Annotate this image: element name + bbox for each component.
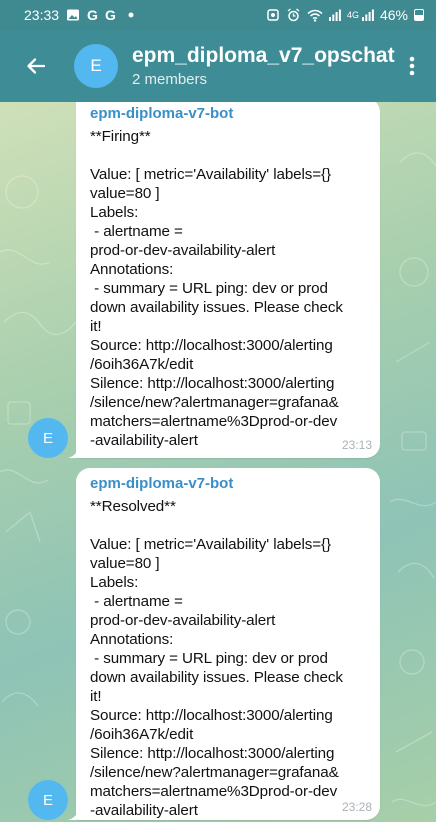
message-time: 23:13 xyxy=(341,438,372,452)
alarm-clock-icon xyxy=(287,8,300,22)
alarm-icon xyxy=(267,9,279,21)
sender-name[interactable]: epm-diploma-v7-bot xyxy=(90,104,370,124)
message-text[interactable]: **Firing** Value: [ metric='Availability… xyxy=(90,127,370,450)
status-right: 4G 46% xyxy=(266,7,424,23)
sender-avatar[interactable]: E xyxy=(28,418,68,458)
chat-member-count: 2 members xyxy=(132,70,208,88)
status-time: 23:33 xyxy=(24,7,60,23)
arrow-left-icon xyxy=(27,58,46,74)
chat-avatar-letter: E xyxy=(90,56,102,75)
sender-name[interactable]: epm-diploma-v7-bot xyxy=(90,474,370,494)
google-icon: G xyxy=(87,7,98,23)
status-left: 23:33 G G xyxy=(24,7,135,23)
signal-icon xyxy=(361,9,374,21)
image-icon xyxy=(67,9,80,21)
chat-title: epm_diploma_v7_opschat xyxy=(132,44,395,68)
dot-icon xyxy=(128,12,134,18)
more-options-button[interactable] xyxy=(400,48,424,84)
wifi-icon xyxy=(307,9,323,22)
message-bubble-resolved[interactable]: E epm-diploma-v7-bot **Resolved** Value:… xyxy=(28,464,436,820)
network-type-label: 4G xyxy=(346,9,359,20)
sender-avatar-letter: E xyxy=(42,791,53,809)
battery-icon xyxy=(414,9,424,21)
sender-avatar-letter: E xyxy=(42,429,53,447)
chat-messages[interactable]: E epm-diploma-v7-bot **Firing** Value: [… xyxy=(0,102,436,822)
chat-avatar[interactable]: E xyxy=(74,44,118,88)
message-time: 23:28 xyxy=(341,800,372,814)
message-bubble-firing[interactable]: E epm-diploma-v7-bot **Firing** Value: [… xyxy=(28,102,436,458)
back-button[interactable] xyxy=(20,50,52,82)
more-vertical-icon xyxy=(409,56,415,76)
battery-percent: 46% xyxy=(379,7,408,23)
chat-info[interactable]: epm_diploma_v7_opschat 2 members xyxy=(132,44,395,87)
bubble[interactable]: epm-diploma-v7-bot **Resolved** Value: [… xyxy=(76,468,380,820)
bubble[interactable]: epm-diploma-v7-bot **Firing** Value: [ m… xyxy=(76,102,380,458)
message-text[interactable]: **Resolved** Value: [ metric='Availabili… xyxy=(90,497,370,820)
signal-icon xyxy=(328,9,341,21)
sender-avatar[interactable]: E xyxy=(28,780,68,820)
google-icon: G xyxy=(104,7,116,23)
chat-header: E epm_diploma_v7_opschat 2 members xyxy=(0,30,436,102)
status-bar: 23:33 G G 4G 46% xyxy=(0,0,436,30)
